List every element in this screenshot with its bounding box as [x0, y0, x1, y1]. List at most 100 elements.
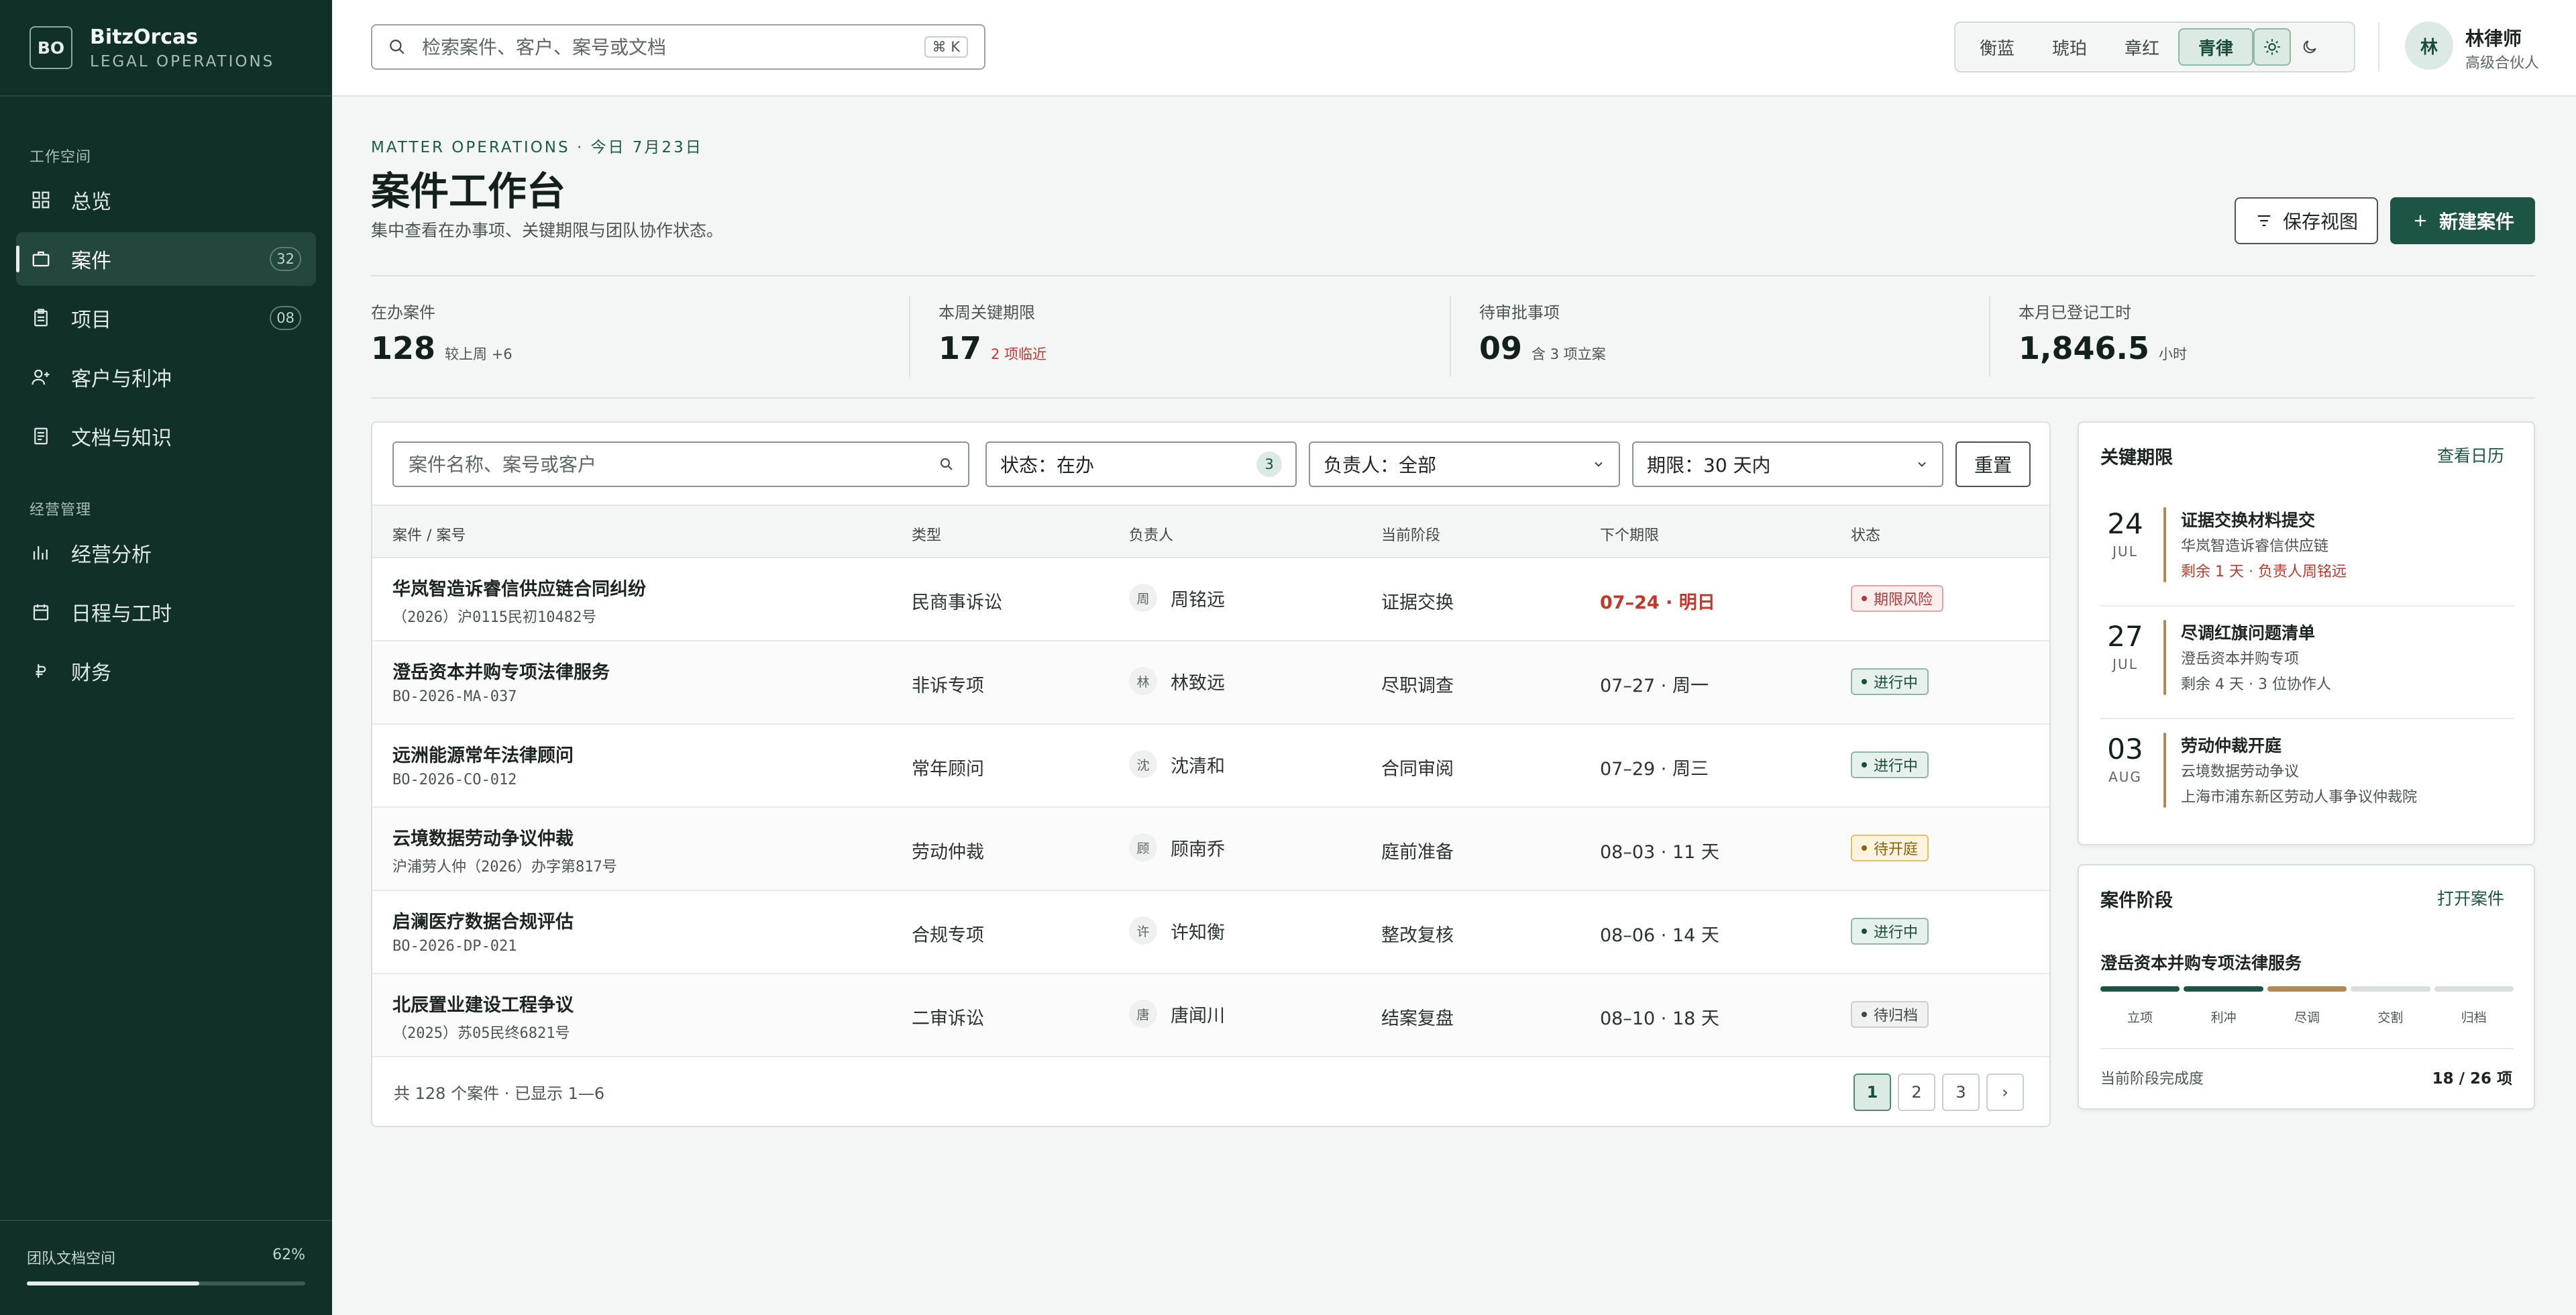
theme-option[interactable]: 衡蓝: [1961, 28, 2033, 66]
status-filter-count: 3: [1256, 452, 1282, 477]
status-dot: [1862, 845, 1867, 851]
period-filter[interactable]: 期限：30 天内: [1632, 441, 1943, 487]
storage-progress-fill: [27, 1281, 200, 1285]
stage-title: 案件阶段: [2100, 890, 2173, 911]
table-header: 案件 / 案号 类型 负责人 当前阶段 下个期限 状态: [372, 505, 2049, 558]
view-calendar-link[interactable]: 查看日历: [2437, 443, 2504, 467]
column-header-deadline[interactable]: 下个期限: [1600, 523, 1659, 545]
deadline-item[interactable]: 03 AUG 劳动仲裁开庭 云境数据劳动争议 上海市浦东新区劳动人事争议仲裁院: [2100, 719, 2514, 832]
case-type: 二审诉讼: [912, 1008, 984, 1029]
global-search-input[interactable]: [421, 35, 924, 59]
theme-option-active[interactable]: 青律: [2178, 28, 2254, 66]
column-header-stage[interactable]: 当前阶段: [1381, 523, 1440, 545]
deadline-title: 劳动仲裁开庭: [2181, 736, 2282, 755]
case-number: （2025）苏05民终6821号: [392, 1025, 570, 1042]
case-search-field[interactable]: [392, 441, 969, 487]
column-header-type[interactable]: 类型: [912, 523, 941, 545]
status-label: 待开庭: [1874, 841, 1919, 858]
column-header-status[interactable]: 状态: [1851, 523, 1880, 545]
table-row[interactable]: 华岚智造诉睿信供应链合同纠纷 （2026）沪0115民初10482号 民商事诉讼 周周…: [372, 558, 2049, 641]
page-button-1[interactable]: 1: [1854, 1073, 1891, 1111]
column-header-owner[interactable]: 负责人: [1129, 523, 1173, 545]
user-name[interactable]: 林律师: [2465, 24, 2522, 51]
deadline-title: 尽调红旗问题清单: [2181, 623, 2316, 643]
sidebar-item-cases[interactable]: 案件 32: [16, 232, 316, 286]
sidebar-item-documents[interactable]: 文档与知识: [16, 409, 316, 463]
table-row[interactable]: 远洲能源常年法律顾问 BO-2026-CO-012 常年顾问 沈沈清和 合同审阅 07–2…: [372, 725, 2049, 808]
sidebar-item-clients[interactable]: 客户与利冲: [16, 350, 316, 404]
deadline-client: 华岚智造诉睿信供应链: [2181, 538, 2329, 555]
owner-name: 唐闻川: [1171, 1005, 1225, 1027]
column-header-case[interactable]: 案件 / 案号: [392, 523, 466, 545]
status-label: 进行中: [1874, 925, 1919, 941]
sidebar-item-finance[interactable]: 财务: [16, 644, 316, 698]
table-row[interactable]: 启澜医疗数据合规评估 BO-2026-DP-021 合规专项 许许知衡 整改复核 08–0…: [372, 891, 2049, 974]
table-row[interactable]: 澄岳资本并购专项法律服务 BO-2026-MA-037 非诉专项 林林致远 尽职调查 07…: [372, 641, 2049, 725]
theme-switcher: 衡蓝 琥珀 章红 青律: [1954, 21, 2355, 72]
stage-segment-2: [2184, 986, 2263, 992]
kpi-note: 小时: [2158, 346, 2187, 362]
case-name[interactable]: 云境数据劳动争议仲裁: [392, 824, 574, 850]
next-page-button[interactable]: ›: [1986, 1073, 2024, 1111]
owner-name: 沈清和: [1171, 755, 1225, 777]
owner-avatar: 许: [1129, 916, 1157, 945]
owner-filter[interactable]: 负责人：全部: [1309, 441, 1620, 487]
sidebar-item-label: 客户与利冲: [71, 368, 172, 391]
sidebar-item-schedule[interactable]: 日程与工时: [16, 585, 316, 639]
case-name[interactable]: 远洲能源常年法律顾问: [392, 741, 574, 767]
deadline-day: 27: [2107, 620, 2143, 653]
open-case-link[interactable]: 打开案件: [2437, 886, 2504, 910]
theme-option[interactable]: 琥珀: [2033, 28, 2106, 66]
sidebar-item-analytics[interactable]: 经营分析: [16, 526, 316, 580]
status-badge: 进行中: [1851, 668, 1929, 695]
global-search[interactable]: ⌘ K: [371, 24, 985, 70]
theme-option[interactable]: 章红: [2106, 28, 2178, 66]
sidebar-item-overview[interactable]: 总览: [16, 173, 316, 227]
case-owner: 许许知衡: [1129, 916, 1225, 945]
deadline-item[interactable]: 27 JUL 尽调红旗问题清单 澄岳资本并购专项 剩余 4 天 · 3 位协作人: [2100, 607, 2514, 719]
sidebar-item-projects[interactable]: 项目 08: [16, 291, 316, 345]
sidebar-item-badge: 32: [270, 247, 301, 271]
deadline-item[interactable]: 24 JUL 证据交换材料提交 华岚智造诉睿信供应链 剩余 1 天 · 负责人周…: [2100, 494, 2514, 607]
case-name[interactable]: 启澜医疗数据合规评估: [392, 907, 574, 933]
case-search-input[interactable]: [407, 452, 938, 476]
status-dot: [1862, 929, 1867, 934]
case-number: BO-2026-DP-021: [392, 938, 517, 955]
case-deadline: 08–03 · 11 天: [1600, 842, 1719, 863]
status-filter[interactable]: 状态：在办 3: [985, 441, 1297, 487]
owner-avatar: 周: [1129, 584, 1157, 612]
case-deadline: 07–29 · 周三: [1600, 759, 1709, 780]
kpi-note: 较上周 +6: [445, 346, 513, 362]
case-number: BO-2026-MA-037: [392, 688, 517, 705]
new-case-label: 新建案件: [2438, 211, 2514, 233]
table-row[interactable]: 北辰置业建设工程争议 （2025）苏05民终6821号 二审诉讼 唐唐闻川 结案复盘 08…: [372, 974, 2049, 1057]
dark-mode-button[interactable]: [2291, 28, 2328, 66]
page-button-2[interactable]: 2: [1898, 1073, 1935, 1111]
kpi-note: 含 3 项立案: [1532, 346, 1606, 362]
sidebar-item-badge: 08: [270, 306, 301, 330]
light-mode-button[interactable]: [2253, 28, 2292, 66]
bar-chart-icon: [31, 543, 51, 563]
case-name[interactable]: 澄岳资本并购专项法律服务: [392, 658, 610, 684]
case-name[interactable]: 华岚智造诉睿信供应链合同纠纷: [392, 574, 646, 600]
new-case-button[interactable]: 新建案件: [2390, 197, 2535, 244]
save-view-button[interactable]: 保存视图: [2235, 197, 2378, 244]
topbar-divider: [2378, 23, 2379, 71]
stage-progress: [2100, 986, 2514, 992]
table-summary: 共 128 个案件 · 已显示 1—6: [394, 1084, 605, 1103]
kpi-label: 待审批事项: [1479, 303, 1560, 322]
avatar[interactable]: 林: [2405, 21, 2453, 70]
stage-segment-4: [2351, 986, 2430, 992]
brand[interactable]: BO BitzOrcas LEGAL OPERATIONS: [0, 0, 332, 97]
case-name[interactable]: 北辰置业建设工程争议: [392, 990, 574, 1016]
stage-label: 归档: [2461, 1010, 2487, 1025]
page-button-3[interactable]: 3: [1942, 1073, 1980, 1111]
table-row[interactable]: 云境数据劳动争议仲裁 沪浦劳人仲（2026）办字第817号 劳动仲裁 顾顾南乔 庭前准备…: [372, 808, 2049, 891]
status-label: 进行中: [1874, 758, 1919, 775]
reset-filters-button[interactable]: 重置: [1955, 441, 2031, 487]
sun-icon: [2264, 39, 2280, 55]
app: BO BitzOrcas LEGAL OPERATIONS 工作空间 总览 案件…: [0, 0, 2576, 1315]
owner-avatar: 沈: [1129, 750, 1157, 778]
case-type: 合规专项: [912, 925, 984, 946]
sidebar-item-label: 项目: [71, 309, 111, 332]
